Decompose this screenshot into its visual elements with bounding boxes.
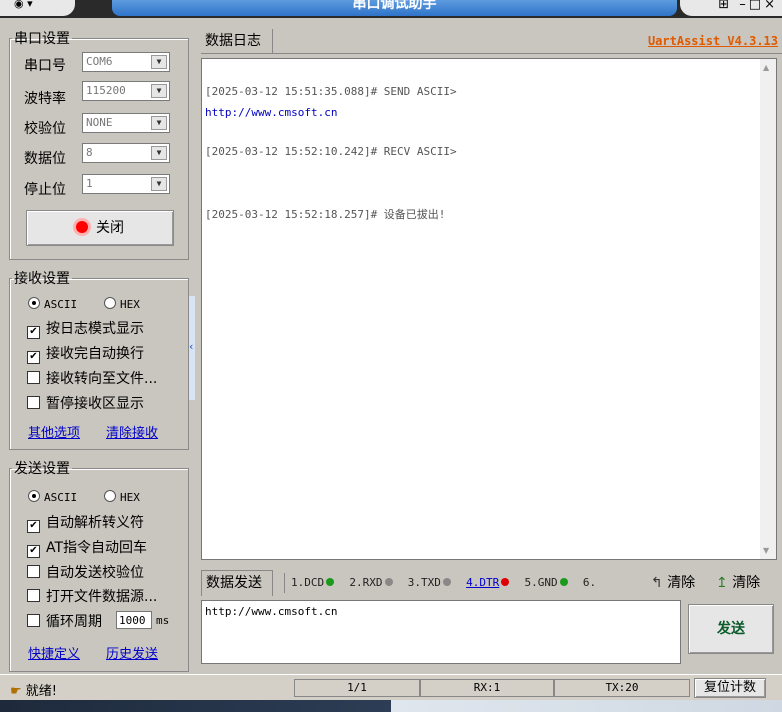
baud-label: 波特率 <box>24 91 66 107</box>
pin-6: 6. <box>582 576 597 589</box>
send-hex-radio[interactable]: HEX <box>104 490 140 504</box>
gray-dot-icon <box>442 578 451 586</box>
pin-gnd: 5.GND <box>524 576 558 589</box>
send-option-escape[interactable]: ✔ 自动解析转义符 <box>27 512 144 533</box>
checkbox-icon <box>27 589 40 602</box>
chevron-down-icon[interactable]: ▼ <box>151 84 167 98</box>
stopbits-select[interactable]: 1 ▼ <box>82 174 170 194</box>
pin-txd: 3.TXD <box>407 576 441 589</box>
pin-icon[interactable]: ⊞ <box>718 0 732 12</box>
red-light-icon <box>76 221 88 233</box>
checkbox-icon: ✔ <box>27 545 40 558</box>
chevron-down-icon[interactable]: ▼ <box>151 146 167 160</box>
clear-up-icon: ↥ <box>716 575 728 591</box>
send-option-cycle[interactable]: 循环周期 <box>27 611 102 631</box>
checkbox-icon <box>27 614 40 627</box>
pin-dtr-toggle[interactable]: 4.DTR <box>466 576 499 589</box>
recv-option-log-mode[interactable]: ✔ 按日志模式显示 <box>27 318 144 339</box>
maximize-icon[interactable]: □ <box>749 0 764 12</box>
status-bar: ☛ 就绪! 1/1 RX:1 TX:20 复位计数 <box>0 674 782 701</box>
checkbox-icon: ✔ <box>27 351 40 364</box>
recv-option-auto-newline[interactable]: ✔ 接收完自动换行 <box>27 343 144 364</box>
cycle-unit: ms <box>156 614 170 627</box>
hand-icon: ☛ <box>10 684 22 699</box>
checkbox-icon: ✔ <box>27 520 40 533</box>
data-log-area[interactable]: [2025-03-12 15:51:35.088]# SEND ASCII> h… <box>201 58 777 560</box>
log-line: [2025-03-12 15:52:18.257]# 设备已拔出! <box>205 208 446 221</box>
recv-hex-radio[interactable]: HEX <box>104 297 140 311</box>
tab-data-log[interactable]: 数据日志 <box>201 29 273 53</box>
radio-icon <box>104 490 116 502</box>
collapse-arrow-icon[interactable]: ‹ <box>189 340 193 353</box>
databits-select[interactable]: 8 ▼ <box>82 143 170 163</box>
serial-settings-legend: 串口设置 <box>14 31 70 47</box>
clear-button[interactable]: ↥ 清除 <box>716 572 760 592</box>
status-ready: ☛ 就绪! <box>10 684 58 699</box>
status-page: 1/1 <box>294 679 420 697</box>
green-dot-icon <box>326 578 335 586</box>
parity-select[interactable]: NONE ▼ <box>82 113 170 133</box>
reset-count-button[interactable]: 复位计数 <box>694 678 766 698</box>
minimize-icon[interactable]: – <box>739 0 749 12</box>
pin-dcd: 1.DCD <box>291 576 325 589</box>
scroll-down-icon[interactable]: ▼ <box>763 546 769 555</box>
checkbox-icon <box>27 371 40 384</box>
send-option-checksum[interactable]: 自动发送校验位 <box>27 562 144 582</box>
pin-rxd: 2.RXD <box>349 576 383 589</box>
clear-send-button[interactable]: ↰ 清除 <box>651 572 695 592</box>
parity-label: 校验位 <box>24 121 66 137</box>
send-ascii-radio[interactable]: ASCII <box>28 490 77 504</box>
checkbox-icon <box>27 396 40 409</box>
chevron-down-icon[interactable]: ▼ <box>151 116 167 130</box>
send-button[interactable]: 发送 <box>688 604 774 654</box>
chevron-down-icon[interactable]: ▼ <box>151 55 167 69</box>
port-label: 串口号 <box>24 58 66 74</box>
baud-select[interactable]: 115200 ▼ <box>82 81 170 101</box>
log-line: [2025-03-12 15:51:35.088]# SEND ASCII> <box>205 85 457 98</box>
tab-data-send[interactable]: 数据发送 <box>201 570 273 596</box>
scroll-up-icon[interactable]: ▲ <box>763 63 769 72</box>
version-link[interactable]: UartAssist V4.3.13 <box>648 34 778 48</box>
pin-status-bar: 1.DCD 2.RXD 3.TXD 4.DTR 5.GND 6. <box>284 573 596 593</box>
status-tx: TX:20 <box>554 679 690 697</box>
tab-divider <box>201 53 782 54</box>
recv-clear-link[interactable]: 清除接收 <box>106 422 158 441</box>
send-option-file-source[interactable]: 打开文件数据源... <box>27 586 157 606</box>
red-dot-icon <box>501 578 510 586</box>
databits-label: 数据位 <box>24 151 66 167</box>
radio-icon <box>104 297 116 309</box>
window-title: 串口调试助手 <box>112 0 677 16</box>
checkbox-icon <box>27 565 40 578</box>
green-dot-icon <box>559 578 568 586</box>
send-option-at-cr[interactable]: ✔ AT指令自动回车 <box>27 537 147 558</box>
send-text-input[interactable]: http://www.cmsoft.cn <box>201 600 681 664</box>
shortcut-define-link[interactable]: 快捷定义 <box>28 643 80 662</box>
receive-settings-legend: 接收设置 <box>14 271 70 287</box>
cycle-period-input[interactable] <box>116 611 152 629</box>
window-controls[interactable]: ⊞ –□× <box>680 0 782 16</box>
gray-dot-icon <box>384 578 393 586</box>
port-select[interactable]: COM6 ▼ <box>82 52 170 72</box>
send-settings-legend: 发送设置 <box>14 461 70 477</box>
log-line: http://www.cmsoft.cn <box>205 106 338 119</box>
radio-icon <box>28 490 40 502</box>
stopbits-label: 停止位 <box>24 182 66 198</box>
recv-option-pause[interactable]: 暂停接收区显示 <box>27 393 144 413</box>
close-port-button[interactable]: 关闭 <box>26 210 174 246</box>
status-rx: RX:1 <box>420 679 554 697</box>
log-scrollbar[interactable]: ▲ ▼ <box>760 59 776 559</box>
send-history-link[interactable]: 历史发送 <box>106 643 158 662</box>
checkbox-icon: ✔ <box>27 326 40 339</box>
recv-ascii-radio[interactable]: ASCII <box>28 297 77 311</box>
recv-option-to-file[interactable]: 接收转向至文件... <box>27 368 157 388</box>
app-menu-icon[interactable]: ◉ ▾ <box>0 0 75 16</box>
recv-more-options-link[interactable]: 其他选项 <box>28 422 80 441</box>
chevron-down-icon[interactable]: ▼ <box>151 177 167 191</box>
clear-arrow-icon: ↰ <box>651 575 663 591</box>
taskbar-strip <box>0 700 782 712</box>
radio-icon <box>28 297 40 309</box>
log-line: [2025-03-12 15:52:10.242]# RECV ASCII> <box>205 145 457 158</box>
close-icon[interactable]: × <box>764 0 778 12</box>
